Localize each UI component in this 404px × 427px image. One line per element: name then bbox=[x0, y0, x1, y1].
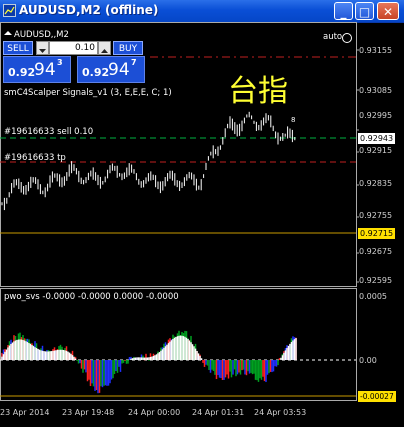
sub-current-box: -0.00027 bbox=[358, 391, 396, 402]
sell-button[interactable]: SELL bbox=[3, 41, 33, 55]
sell-price-prefix: 0.92 bbox=[8, 66, 36, 79]
buy-price-big: 94 bbox=[108, 60, 130, 80]
chart-window-icon bbox=[3, 4, 16, 17]
sell-price-sup: 3 bbox=[57, 58, 63, 67]
time-label: 23 Apr 19:48 bbox=[62, 408, 115, 417]
price-label: 0.92675 bbox=[359, 247, 393, 256]
lot-size-input[interactable] bbox=[49, 41, 98, 55]
price-label: 0.93085 bbox=[359, 86, 393, 95]
buy-button[interactable]: BUY bbox=[113, 41, 143, 55]
time-label: 23 Apr 2014 bbox=[0, 408, 50, 417]
price-label: 0.92755 bbox=[359, 211, 393, 220]
small-digit-label: 8 bbox=[291, 116, 296, 124]
price-label: 0.92595 bbox=[359, 276, 393, 285]
buy-price-box[interactable]: 0.92 94 7 bbox=[77, 56, 145, 83]
symbol-triangle-icon bbox=[4, 31, 12, 35]
buy-price-sup: 7 bbox=[131, 58, 137, 67]
price-label: 0.93155 bbox=[359, 46, 393, 55]
watermark-text: 台指 bbox=[228, 74, 288, 109]
price-label: 0.92995 bbox=[359, 111, 393, 120]
lot-decrease-button[interactable] bbox=[36, 41, 49, 55]
tp-order-label: #19616633 tp bbox=[4, 153, 66, 163]
indicator-histogram bbox=[1, 330, 297, 394]
sub-scale-label: 0.00 bbox=[359, 356, 377, 365]
sell-price-box[interactable]: 0.92 94 3 bbox=[3, 56, 71, 83]
time-label: 24 Apr 01:31 bbox=[192, 408, 245, 417]
minimize-button[interactable]: _ bbox=[334, 2, 353, 20]
sell-order-label: #19616633 sell 0.10 bbox=[4, 127, 94, 137]
buy-price-prefix: 0.92 bbox=[82, 66, 110, 79]
price-label: 0.92915 bbox=[359, 146, 393, 155]
symbol-label: AUDUSD,,M2 bbox=[14, 30, 69, 40]
window-title: AUDUSD,M2 (offline) bbox=[19, 3, 159, 17]
maximize-button[interactable]: □ bbox=[355, 2, 374, 20]
price-chart[interactable]: AUDUSD,,M2 auto SELL BUY 0.92 94 3 0.92 … bbox=[0, 22, 404, 427]
sub-scale-label: 0.0005 bbox=[359, 292, 387, 301]
close-button[interactable]: ✕ bbox=[377, 2, 399, 20]
autoscroll-icon[interactable] bbox=[342, 33, 352, 43]
title-bar[interactable]: AUDUSD,M2 (offline) _ □ ✕ bbox=[0, 0, 404, 23]
current-price-box: 0.92943 bbox=[358, 133, 396, 144]
auto-label: auto bbox=[323, 32, 343, 42]
terminal-chart-window: AUDUSD,M2 (offline) _ □ ✕ AUDUSD,,M2 aut… bbox=[0, 0, 404, 427]
low-price-box: 0.92715 bbox=[358, 228, 396, 239]
subwindow-label: pwo_svs -0.0000 -0.0000 0.0000 -0.0000 bbox=[4, 292, 179, 302]
time-label: 24 Apr 03:53 bbox=[254, 408, 307, 417]
sell-price-big: 94 bbox=[34, 60, 56, 80]
indicator-label: smC4Scalper Signals_v1 (3, E,E,E, C; 1) bbox=[4, 88, 172, 98]
time-label: 24 Apr 00:00 bbox=[128, 408, 181, 417]
one-click-trading-panel: SELL BUY 0.92 94 3 0.92 94 7 bbox=[3, 40, 146, 85]
lot-increase-button[interactable] bbox=[98, 41, 111, 55]
price-label: 0.92835 bbox=[359, 179, 393, 188]
